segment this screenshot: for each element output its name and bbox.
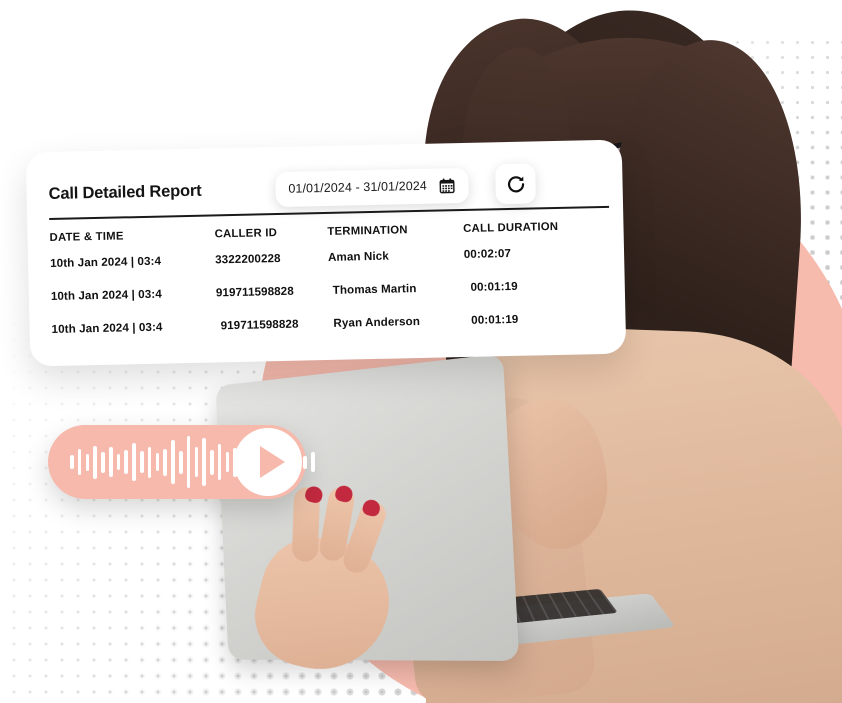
play-button[interactable] [234,428,302,496]
waveform-bar [163,448,167,476]
waveform-bar [194,447,199,477]
cell-caller-id: 3322200228 [215,251,281,267]
waveform-bar [210,449,214,475]
waveform-bar [124,450,129,474]
cell-call-duration: 00:01:19 [470,279,518,294]
refresh-button[interactable] [495,163,537,205]
audio-player[interactable] [48,425,315,499]
column-header-call-duration: CALL DURATION [463,220,559,235]
waveform-bar [186,436,191,488]
cell-termination: Ryan Anderson [333,314,421,330]
column-header-termination: TERMINATION [327,224,408,238]
play-icon [259,446,285,478]
waveform-bar [70,455,74,469]
waveform-bar [77,449,82,475]
page-title: Call Detailed Report [48,181,202,203]
cell-caller-id: 919711598828 [215,284,294,300]
cell-call-duration: 00:02:07 [463,246,512,261]
waveform-bar [217,444,222,480]
refresh-icon [507,175,524,192]
hero-illustration: Call Detailed Report 01/01/2024 - 31/01/… [0,0,842,703]
card-header: Call Detailed Report 01/01/2024 - 31/01/… [48,156,623,221]
date-range-value: 01/01/2024 - 31/01/2024 [288,178,428,196]
cell-call-duration: 00:01:19 [471,312,519,327]
calendar-icon [439,177,455,193]
call-detailed-report-card: Call Detailed Report 01/01/2024 - 31/01/… [25,139,627,367]
waveform-bar [108,447,113,477]
cell-date-time: 10th Jan 2024 | 03:4 [50,254,162,271]
cell-termination: Thomas Martin [332,282,417,297]
waveform-bar [303,455,308,469]
waveform-bar [93,445,97,479]
waveform-bar [101,451,105,473]
cell-date-time: 10th Jan 2024 | 03:4 [51,320,163,337]
cell-termination: Aman Nick [327,249,389,264]
cell-caller-id: 919711598828 [220,317,299,333]
waveform-bar [225,452,230,472]
waveform-bar [85,453,90,471]
waveform-bar [311,452,315,472]
waveform-bar [178,450,183,474]
column-header-caller-id: CALLER ID [214,227,278,241]
waveform-bar [116,454,121,470]
call-report-table: DATE & TIME CALLER ID TERMINATION CALL D… [49,218,612,356]
waveform-bar [140,451,144,473]
cell-date-time: 10th Jan 2024 | 03:4 [50,287,162,304]
waveform-bar [171,440,175,484]
date-range-picker[interactable]: 01/01/2024 - 31/01/2024 [275,167,470,207]
waveform-bar [147,446,152,478]
waveform-bar [155,453,160,471]
waveform-bar [132,443,136,481]
column-header-date-time: DATE & TIME [49,230,124,245]
waveform-bar [202,438,206,486]
